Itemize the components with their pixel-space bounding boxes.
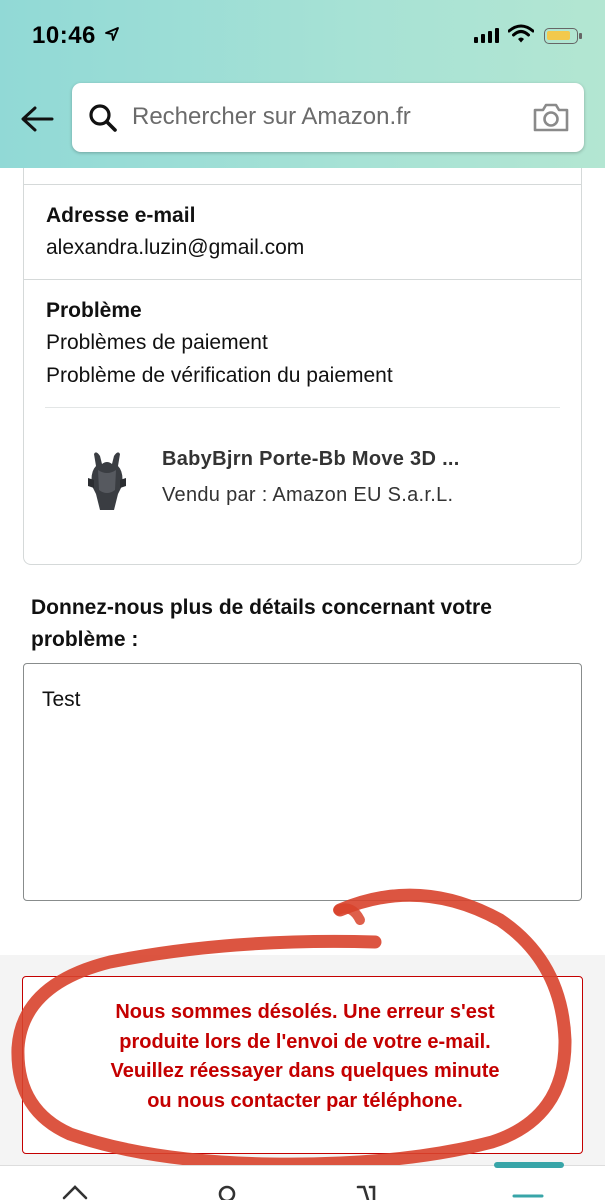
- red-circle-annotation: [11, 888, 572, 1170]
- location-arrow-icon: [105, 27, 119, 41]
- status-time: 10:46: [32, 22, 96, 49]
- battery-icon: [544, 28, 582, 44]
- product-title[interactable]: BabyBjrn Porte-Bb Move 3D ...: [162, 448, 460, 471]
- active-tab-indicator: [494, 1162, 564, 1168]
- signal-icon: [474, 28, 499, 43]
- divider: [23, 279, 582, 280]
- product-image: [88, 452, 126, 510]
- wifi-icon: [508, 24, 534, 43]
- email-label: Adresse e-mail: [46, 204, 196, 227]
- cart-icon[interactable]: [356, 1184, 386, 1200]
- problem-label: Problème: [46, 299, 142, 322]
- details-textarea[interactable]: Test: [23, 663, 582, 901]
- divider: [45, 407, 560, 408]
- problem-category: Problèmes de paiement: [46, 331, 268, 354]
- search-input[interactable]: [132, 99, 512, 135]
- product-seller: Vendu par : Amazon EU S.a.r.L.: [162, 484, 454, 506]
- camera-icon[interactable]: [532, 101, 570, 133]
- details-prompt: Donnez-nous plus de détails concernant v…: [31, 596, 492, 651]
- search-bar[interactable]: [72, 83, 584, 152]
- account-icon[interactable]: [214, 1184, 240, 1200]
- home-icon[interactable]: [62, 1184, 88, 1200]
- email-value: alexandra.luzin@gmail.com: [46, 236, 305, 259]
- problem-subcategory: Problème de vérification du paiement: [46, 364, 393, 387]
- back-arrow-icon[interactable]: [20, 104, 54, 134]
- search-icon: [89, 104, 117, 132]
- menu-icon[interactable]: [512, 1184, 544, 1200]
- divider: [23, 184, 582, 185]
